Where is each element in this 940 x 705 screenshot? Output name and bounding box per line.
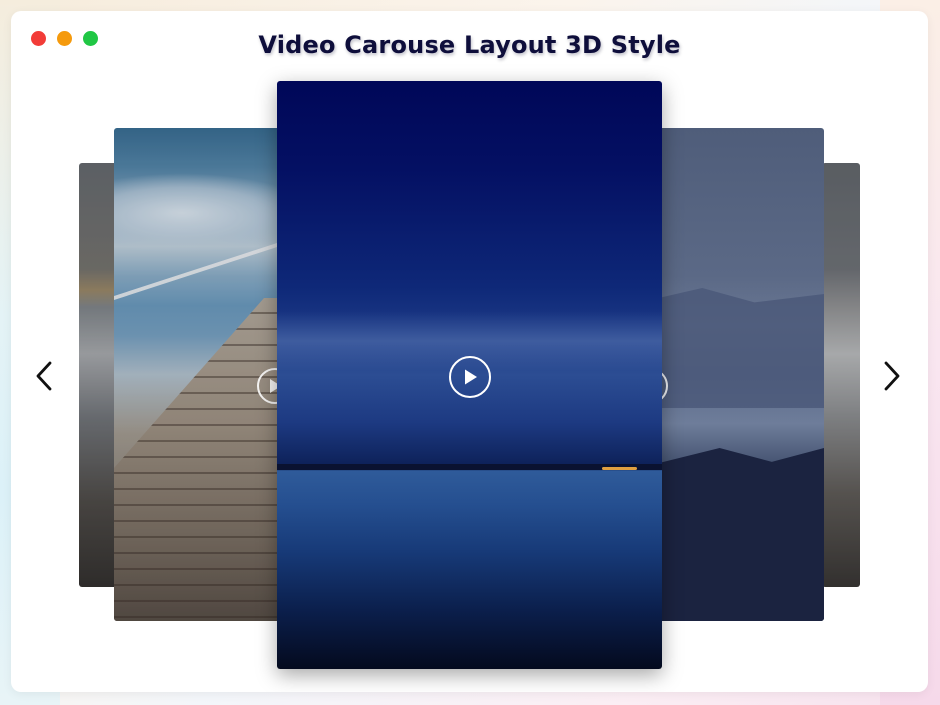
chevron-left-icon: [36, 361, 52, 391]
prev-slide-button[interactable]: [29, 359, 59, 393]
chevron-right-icon: [884, 361, 900, 391]
carousel-slide-far-right[interactable]: [822, 163, 860, 587]
mountain-decoration: [650, 288, 824, 408]
next-slide-button[interactable]: [877, 359, 907, 393]
carousel-slide-right[interactable]: [650, 128, 824, 621]
horizon-light-decoration: [602, 467, 637, 470]
play-icon[interactable]: [449, 356, 491, 398]
browser-window: Video Carouse Layout 3D Style: [11, 11, 928, 692]
mountain-decoration: [650, 448, 824, 621]
page-title: Video Carouse Layout 3D Style: [258, 31, 681, 59]
carousel-slide-active[interactable]: [277, 81, 662, 669]
